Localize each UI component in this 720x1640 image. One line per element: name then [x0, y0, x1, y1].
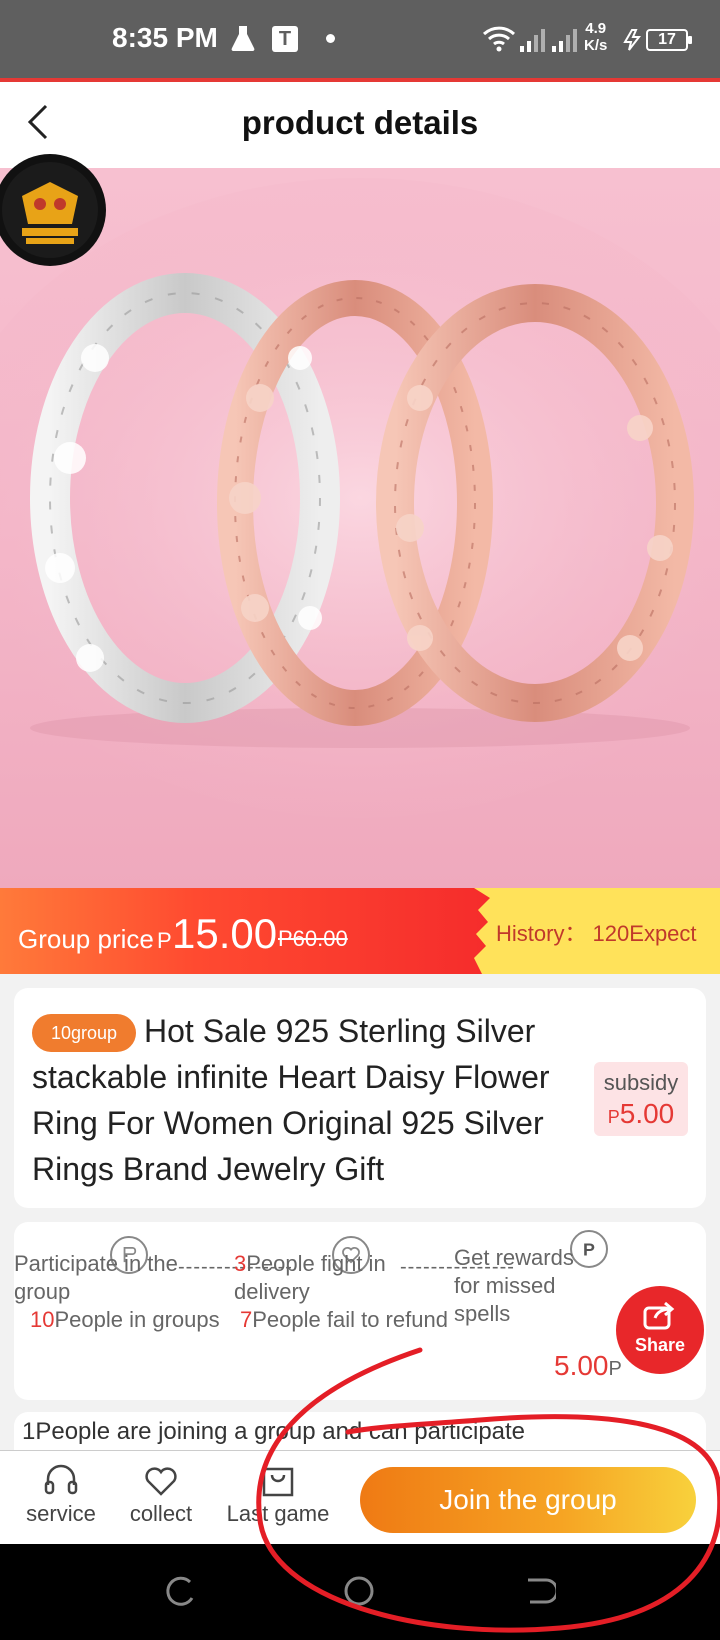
system-nav-bar — [0, 1544, 720, 1640]
subsidy-badge: subsidy P5.00 — [594, 1062, 688, 1136]
step-rewards: Get rewards for missed spells — [454, 1244, 604, 1328]
step2-refund-suffix: People fail to refund — [252, 1307, 448, 1332]
share-icon — [643, 1301, 675, 1330]
last-game-label: Last game — [226, 1501, 330, 1526]
reward-amount: 5.00P — [554, 1350, 622, 1382]
step2-text: People fight in delivery — [234, 1251, 386, 1304]
subsidy-value: 5.00 — [619, 1098, 675, 1129]
headset-icon — [44, 1464, 78, 1495]
charging-icon — [623, 29, 642, 51]
recent-apps-icon[interactable] — [164, 1574, 198, 1608]
notification-dot-icon — [326, 34, 335, 43]
group-price-value: 15.00 — [172, 910, 278, 957]
step2-line: 3People fight in delivery — [234, 1250, 464, 1306]
t-app-icon: T — [272, 26, 298, 52]
product-image — [0, 178, 720, 818]
subsidy-amount: P5.00 — [594, 1098, 688, 1130]
page-title: product details — [241, 104, 479, 141]
step1-count: 10People in groups — [30, 1306, 224, 1334]
original-price: P60.00 — [278, 926, 348, 951]
service-tab[interactable]: service — [24, 1463, 98, 1527]
product-info-card: 10group Hot Sale 925 Sterling Silver sta… — [14, 988, 706, 1208]
group-steps-card: --------------- --------------- P Partic… — [14, 1222, 706, 1400]
signal-icon — [520, 29, 545, 52]
back-nav-icon[interactable] — [522, 1574, 556, 1608]
history-expect: History： 120Expect — [496, 921, 697, 946]
last-game-tab[interactable]: Last game — [224, 1463, 332, 1527]
step-participate: Participate in the group 10People in gro… — [14, 1250, 224, 1334]
step1-count-suffix: People in groups — [54, 1307, 220, 1332]
collect-tab[interactable]: collect — [124, 1463, 198, 1527]
subsidy-label: subsidy — [603, 1070, 679, 1095]
share-label: Share — [634, 1335, 686, 1355]
step-delivery: 3People fight in delivery 7People fail t… — [234, 1250, 464, 1334]
group-price-label: Group price — [18, 924, 154, 954]
wifi-icon — [482, 26, 516, 52]
speed-unit: K/s — [584, 37, 608, 54]
service-label: service — [26, 1501, 96, 1526]
bottom-action-bar: service collect Last game Join the group — [0, 1450, 720, 1544]
subsidy-currency: P — [607, 1107, 620, 1127]
status-bar: 8:35 PM T 4.9 K/s 17 — [0, 0, 720, 80]
group-price-banner: Group price P 15.00 P60.00 History： 120E… — [0, 888, 720, 974]
shopping-bag-icon — [262, 1467, 294, 1497]
product-image-carousel[interactable] — [0, 168, 720, 888]
step1-count-value: 10 — [30, 1307, 55, 1332]
battery-icon: 17 — [646, 29, 692, 51]
reward-value: 5.00 — [554, 1350, 609, 1381]
price-currency: P — [157, 928, 172, 953]
step2-count-value: 3 — [234, 1251, 247, 1276]
step1-text: Participate in the group — [14, 1251, 178, 1304]
signal-icon-2 — [552, 29, 577, 52]
step3-text: Get rewards for missed spells — [454, 1245, 574, 1326]
joining-text: 1People are joining a group and can part… — [22, 1418, 526, 1445]
join-group-button[interactable]: Join the group — [360, 1467, 696, 1533]
gaming-logo-badge — [0, 154, 106, 266]
step2-refund-value: 7 — [240, 1307, 253, 1332]
status-time: 8:35 PM — [112, 22, 218, 53]
flask-icon — [231, 26, 255, 51]
product-title: Hot Sale 925 Sterling Silver stackable i… — [32, 1013, 550, 1187]
share-button[interactable]: Share — [616, 1286, 704, 1374]
step2-refund: 7People fail to refund — [240, 1306, 464, 1334]
home-icon[interactable] — [342, 1574, 376, 1608]
joining-notice: 1People are joining a group and can part… — [14, 1412, 706, 1452]
collect-label: collect — [129, 1501, 193, 1526]
reward-currency: P — [608, 1358, 622, 1380]
heart-outline-icon — [145, 1467, 177, 1496]
network-speed: 4.9 K/s — [584, 20, 607, 54]
speed-value: 4.9 — [585, 20, 607, 37]
